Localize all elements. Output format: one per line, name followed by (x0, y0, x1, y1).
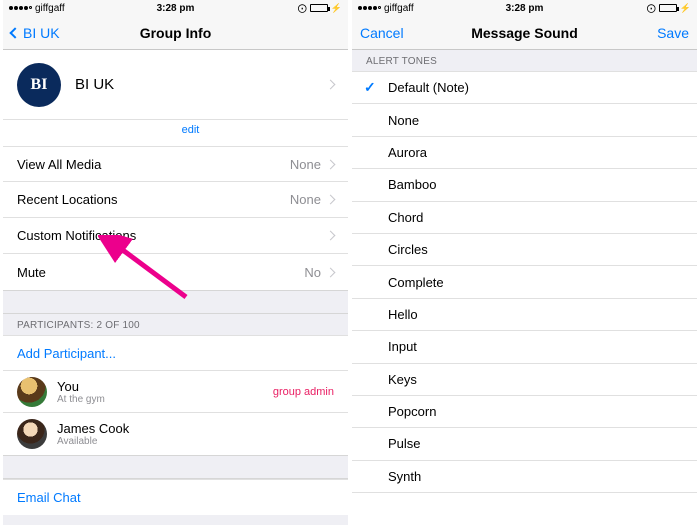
group-name: BI UK (75, 76, 114, 93)
admin-badge: group admin (273, 386, 334, 398)
tone-row[interactable]: Chord (352, 202, 697, 234)
navbar: Cancel Message Sound Save (352, 16, 697, 50)
tone-label: Synth (388, 469, 421, 484)
participant-avatar (17, 377, 47, 407)
tone-row[interactable]: Synth (352, 461, 697, 493)
chevron-right-icon (326, 195, 336, 205)
chevron-right-icon (326, 80, 336, 90)
status-time: 3:28 pm (352, 3, 697, 14)
row-value: None (290, 157, 321, 172)
alert-tones-header: Alert Tones (352, 50, 697, 72)
navbar: BI UK Group Info (3, 16, 348, 50)
tone-row[interactable]: Aurora (352, 137, 697, 169)
tone-label: Popcorn (388, 404, 436, 419)
tone-label: Aurora (388, 145, 427, 160)
tone-row[interactable]: Circles (352, 234, 697, 266)
tone-label: Pulse (388, 436, 421, 451)
tone-label: Complete (388, 275, 444, 290)
participant-name: You (57, 379, 105, 394)
tone-label: Input (388, 339, 417, 354)
tone-label: Keys (388, 372, 417, 387)
row-mute[interactable]: Mute No (3, 254, 348, 290)
add-participant-label: Add Participant... (17, 346, 116, 361)
participant-status: Available (57, 436, 129, 447)
row-custom-notifications[interactable]: Custom Notifications (3, 218, 348, 254)
row-label: View All Media (17, 157, 101, 172)
row-label: Mute (17, 265, 46, 280)
row-value: None (290, 192, 321, 207)
back-label: BI UK (23, 25, 60, 41)
edit-link[interactable]: edit (3, 120, 348, 146)
row-view-all-media[interactable]: View All Media None (3, 146, 348, 182)
participant-name: James Cook (57, 421, 129, 436)
participant-text: James Cook Available (57, 421, 129, 447)
tone-row[interactable]: Bamboo (352, 169, 697, 201)
tone-row[interactable]: Popcorn (352, 396, 697, 428)
group-avatar[interactable]: BI (17, 63, 61, 107)
email-chat-label: Email Chat (17, 490, 81, 505)
tone-row[interactable]: Complete (352, 266, 697, 298)
row-value: No (304, 265, 321, 280)
content-scroll[interactable]: BI BI UK edit View All Media None Recent… (3, 50, 348, 525)
add-participant-button[interactable]: Add Participant... (3, 335, 348, 371)
battery-icon (310, 4, 328, 12)
tone-label: Bamboo (388, 177, 436, 192)
device-message-sound: giffgaff 3:28 pm ⨀ ⚡ Cancel Message Soun… (352, 0, 697, 525)
cancel-label: Cancel (360, 25, 404, 41)
cancel-button[interactable]: Cancel (360, 25, 404, 41)
status-bar: giffgaff 3:28 pm ⨀ ⚡ (3, 0, 348, 16)
participant-text: You At the gym (57, 379, 105, 405)
device-group-info: giffgaff 3:28 pm ⨀ ⚡ BI UK Group Info BI… (3, 0, 348, 525)
tone-row[interactable]: Input (352, 331, 697, 363)
tone-row[interactable]: None (352, 104, 697, 136)
group-profile-row[interactable]: BI BI UK (3, 50, 348, 120)
chevron-right-icon (326, 159, 336, 169)
participant-row[interactable]: You At the gym group admin (3, 371, 348, 413)
tone-list-scroll[interactable]: Alert Tones ✓ Default (Note) None Aurora Bam… (352, 50, 697, 525)
participants-header: Participants: 2 of 100 (3, 314, 348, 335)
tone-row[interactable]: Hello (352, 299, 697, 331)
chevron-right-icon (326, 231, 336, 241)
tone-label: Chord (388, 210, 423, 225)
chevron-left-icon (9, 27, 20, 38)
row-label: Recent Locations (17, 192, 117, 207)
row-label: Custom Notifications (17, 228, 136, 243)
row-recent-locations[interactable]: Recent Locations None (3, 182, 348, 218)
status-bar: giffgaff 3:28 pm ⨀ ⚡ (352, 0, 697, 16)
chevron-right-icon (326, 267, 336, 277)
section-gap (3, 455, 348, 479)
status-time: 3:28 pm (3, 3, 348, 14)
tone-label: Circles (388, 242, 428, 257)
participant-avatar (17, 419, 47, 449)
back-button[interactable]: BI UK (11, 25, 60, 41)
nav-title: Message Sound (352, 25, 697, 41)
email-chat-button[interactable]: Email Chat (3, 479, 348, 515)
save-button[interactable]: Save (657, 25, 689, 41)
save-label: Save (657, 25, 689, 41)
participant-status: At the gym (57, 394, 105, 405)
section-gap (3, 290, 348, 314)
tone-label: Default (Note) (388, 80, 469, 95)
tone-label: None (388, 113, 419, 128)
tone-row[interactable]: Pulse (352, 428, 697, 460)
battery-icon (659, 4, 677, 12)
participant-row[interactable]: James Cook Available (3, 413, 348, 455)
checkmark-icon: ✓ (364, 79, 376, 96)
tone-label: Hello (388, 307, 418, 322)
tone-row[interactable]: Keys (352, 364, 697, 396)
tone-row[interactable]: ✓ Default (Note) (352, 72, 697, 104)
